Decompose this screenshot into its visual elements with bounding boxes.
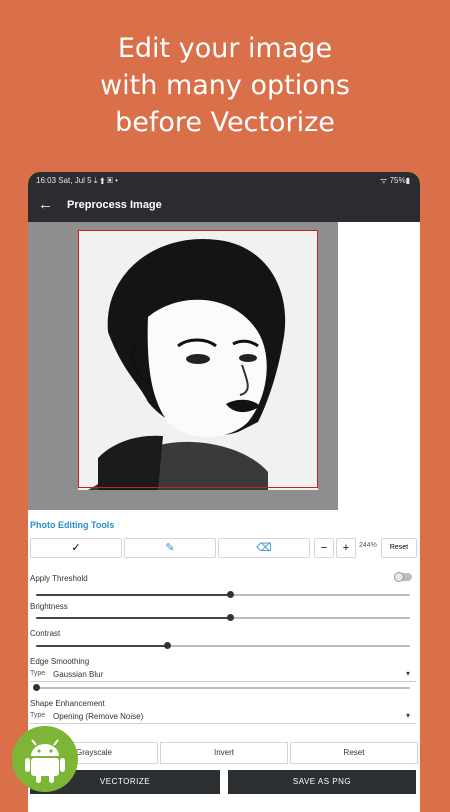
slider-fill xyxy=(36,617,231,619)
slider-thumb[interactable] xyxy=(227,614,235,621)
dropdown-arrow-icon: ▾ xyxy=(405,711,410,720)
brush-icon: ✎ xyxy=(165,542,175,554)
image-preview[interactable] xyxy=(28,222,338,510)
promo-headline: Edit your image with many options before… xyxy=(0,30,450,141)
brightness-slider[interactable] xyxy=(36,613,410,623)
check-icon: ✓ xyxy=(71,542,81,554)
invert-button[interactable]: Invert xyxy=(160,742,288,764)
contrast-slider[interactable] xyxy=(36,641,410,651)
eraser-icon: ⌫ xyxy=(256,542,272,554)
status-bar: 16:03 Sat, Jul 5 ⤓ ⬆ ▣ • ᯤ 75%▮ xyxy=(28,172,420,190)
android-icon xyxy=(12,726,78,792)
zoom-out-button[interactable]: − xyxy=(314,538,334,558)
select-underline xyxy=(30,681,416,682)
shape-type-select[interactable]: Type Opening (Remove Noise) ▾ xyxy=(30,710,416,724)
toggle-knob xyxy=(394,572,404,582)
promo-line-1: Edit your image xyxy=(117,33,333,64)
select-underline xyxy=(30,723,416,724)
threshold-label: Apply Threshold xyxy=(30,574,88,583)
edge-smoothing-slider[interactable] xyxy=(33,683,410,693)
contrast-label: Contrast xyxy=(30,629,61,638)
eraser-tool-button[interactable]: ⌫ xyxy=(218,538,310,558)
zoom-level: 244% xyxy=(359,542,377,549)
shape-type-label: Type xyxy=(30,712,46,719)
threshold-slider[interactable] xyxy=(36,590,410,600)
slider-fill xyxy=(36,645,167,647)
slider-thumb[interactable] xyxy=(33,684,40,691)
check-tool-button[interactable]: ✓ xyxy=(30,538,122,558)
back-arrow-icon[interactable]: ← xyxy=(38,196,53,214)
android-robot-graphic xyxy=(25,739,65,783)
tool-row: ✓ ✎ ⌫ − + 244% Reset xyxy=(30,538,418,558)
threshold-toggle[interactable] xyxy=(394,572,412,582)
shape-type-value: Opening (Remove Noise) xyxy=(53,712,144,721)
edge-type-select[interactable]: Type Gaussian Blur ▾ xyxy=(30,668,416,682)
crop-frame[interactable] xyxy=(78,230,318,488)
edge-type-value: Gaussian Blur xyxy=(53,670,104,679)
zoom-reset-button[interactable]: Reset xyxy=(381,538,417,558)
grayscale-label: Grayscale xyxy=(75,748,112,757)
reset-button[interactable]: Reset xyxy=(290,742,418,764)
edge-smoothing-label: Edge Smoothing xyxy=(30,657,90,666)
promo-line-3: before Vectorize xyxy=(115,107,335,138)
slider-thumb[interactable] xyxy=(163,642,171,649)
page-title: Preprocess Image xyxy=(67,199,162,211)
invert-label: Invert xyxy=(213,748,234,757)
device-screen: 16:03 Sat, Jul 5 ⤓ ⬆ ▣ • ᯤ 75%▮ ← Prepro… xyxy=(28,172,420,812)
shape-enhancement-label: Shape Enhancement xyxy=(30,699,105,708)
brightness-label: Brightness xyxy=(30,602,68,611)
zoom-in-button[interactable]: + xyxy=(336,538,356,558)
section-title-tools: Photo Editing Tools xyxy=(30,520,115,530)
promo-line-2: with many options xyxy=(100,70,350,101)
reset-label: Reset xyxy=(343,748,365,757)
status-right: ᯤ 75%▮ xyxy=(380,176,410,185)
slider-thumb[interactable] xyxy=(227,591,235,598)
slider-track xyxy=(36,687,410,689)
brush-tool-button[interactable]: ✎ xyxy=(124,538,216,558)
status-left: 16:03 Sat, Jul 5 ⤓ ⬆ ▣ • xyxy=(36,176,118,185)
app-bar: ← Preprocess Image xyxy=(28,190,420,222)
save-png-button[interactable]: SAVE AS PNG xyxy=(228,770,416,794)
dropdown-arrow-icon: ▾ xyxy=(405,669,410,678)
slider-fill xyxy=(36,594,231,596)
edge-type-label: Type xyxy=(30,670,46,677)
